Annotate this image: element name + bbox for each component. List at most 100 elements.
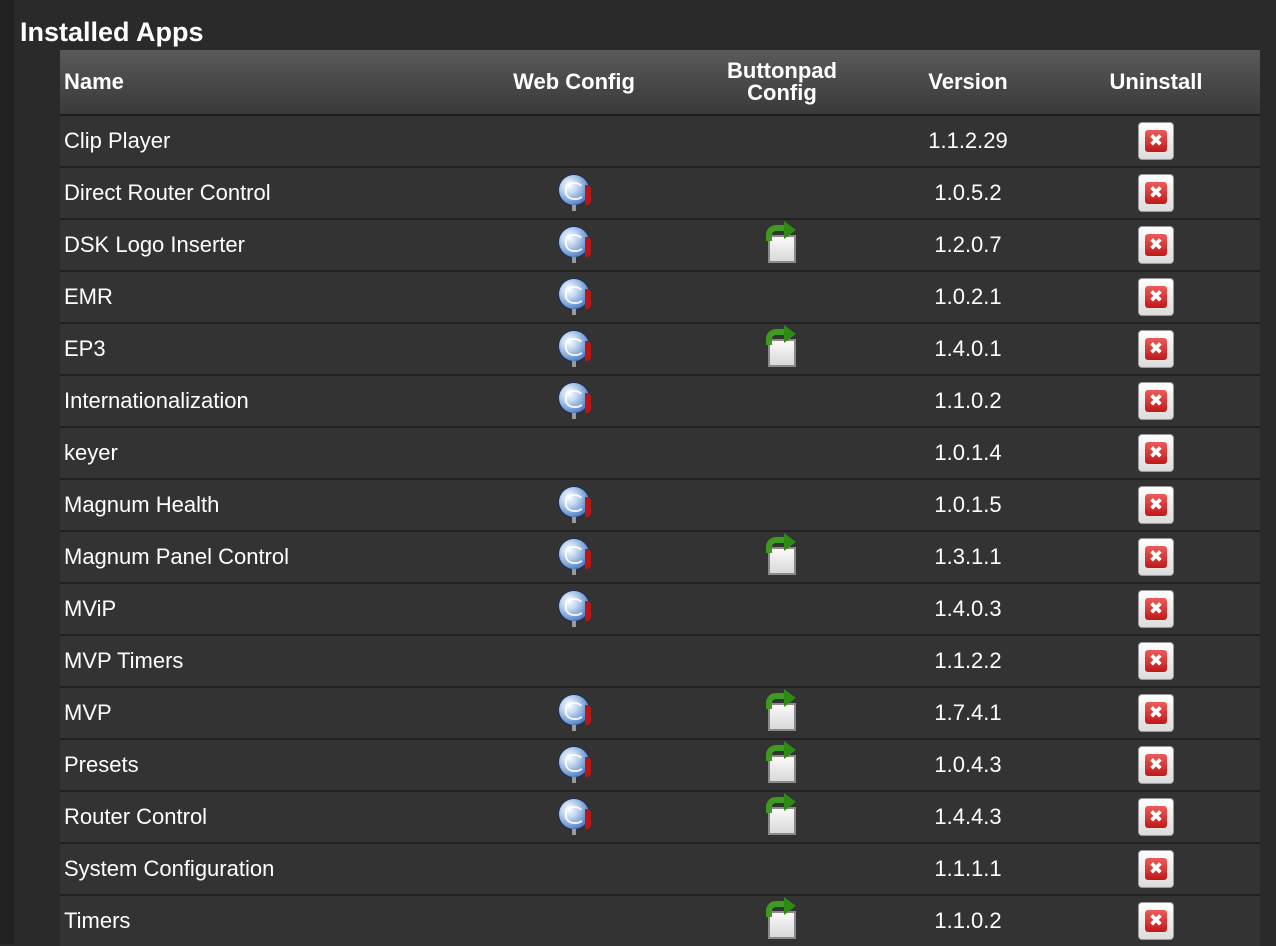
uninstall-button[interactable]: ✖ — [1138, 226, 1174, 264]
table-row: MVP 1.7.4.1 ✖ — [60, 686, 1260, 738]
uninstall-cell: ✖ — [1136, 272, 1176, 322]
globe-icon[interactable] — [557, 381, 591, 421]
uninstall-cell: ✖ — [1136, 688, 1176, 738]
app-name: Timers — [64, 908, 131, 933]
buttonpad-config-icon[interactable] — [764, 325, 800, 369]
buttonpad-config-cell — [762, 636, 802, 686]
uninstall-button[interactable]: ✖ — [1138, 278, 1174, 316]
web-config-cell — [554, 844, 594, 894]
globe-icon[interactable] — [557, 797, 591, 837]
app-version: 1.4.4.3 — [934, 804, 1002, 829]
buttonpad-config-cell — [762, 168, 802, 218]
uninstall-button[interactable]: ✖ — [1138, 174, 1174, 212]
column-header-web-config: Web Config — [513, 69, 635, 94]
app-name: Clip Player — [64, 128, 171, 153]
web-config-cell — [554, 584, 594, 634]
buttonpad-config-icon[interactable] — [764, 689, 800, 733]
app-name: MViP — [64, 596, 117, 621]
uninstall-cell: ✖ — [1136, 376, 1176, 426]
table-header: Name Web Config Buttonpad Config Version… — [60, 50, 1260, 116]
web-config-cell — [554, 740, 594, 790]
column-header-version: Version — [928, 69, 1008, 94]
buttonpad-config-cell — [762, 844, 802, 894]
app-version: 1.0.4.3 — [934, 752, 1002, 777]
uninstall-button[interactable]: ✖ — [1138, 382, 1174, 420]
table-row: EP3 1.4.0.1 ✖ — [60, 322, 1260, 374]
globe-icon[interactable] — [557, 485, 591, 525]
table-row: EMR 1.0.2.1 ✖ — [60, 270, 1260, 322]
web-config-cell — [554, 116, 594, 166]
delete-icon: ✖ — [1145, 806, 1167, 828]
uninstall-button[interactable]: ✖ — [1138, 798, 1174, 836]
uninstall-cell: ✖ — [1136, 480, 1176, 530]
uninstall-button[interactable]: ✖ — [1138, 486, 1174, 524]
buttonpad-config-icon[interactable] — [764, 793, 800, 837]
globe-icon[interactable] — [557, 225, 591, 265]
buttonpad-config-cell — [762, 272, 802, 322]
uninstall-button[interactable]: ✖ — [1138, 122, 1174, 160]
table-row: MViP 1.4.0.3 ✖ — [60, 582, 1260, 634]
table-row: Router Control 1.4.4.3 ✖ — [60, 790, 1260, 842]
app-version: 1.1.0.2 — [934, 388, 1002, 413]
delete-icon: ✖ — [1145, 338, 1167, 360]
buttonpad-config-cell — [762, 480, 802, 530]
globe-icon[interactable] — [557, 537, 591, 577]
web-config-cell — [554, 324, 594, 374]
table-row: Direct Router Control 1.0.5.2 ✖ — [60, 166, 1260, 218]
uninstall-cell: ✖ — [1136, 168, 1176, 218]
table-row: DSK Logo Inserter 1.2.0.7 ✖ — [60, 218, 1260, 270]
app-version: 1.2.0.7 — [934, 232, 1002, 257]
buttonpad-config-icon[interactable] — [764, 741, 800, 785]
app-version: 1.3.1.1 — [934, 544, 1002, 569]
globe-icon[interactable] — [557, 277, 591, 317]
buttonpad-config-cell — [762, 584, 802, 634]
app-name: EMR — [64, 284, 113, 309]
globe-icon[interactable] — [557, 693, 591, 733]
uninstall-cell: ✖ — [1136, 792, 1176, 842]
uninstall-button[interactable]: ✖ — [1138, 642, 1174, 680]
app-name: DSK Logo Inserter — [64, 232, 245, 257]
delete-icon: ✖ — [1145, 234, 1167, 256]
app-version: 1.1.2.2 — [934, 648, 1002, 673]
delete-icon: ✖ — [1145, 442, 1167, 464]
globe-icon[interactable] — [557, 589, 591, 629]
page-title: Installed Apps — [20, 17, 204, 47]
table-row: Presets 1.0.4.3 ✖ — [60, 738, 1260, 790]
uninstall-button[interactable]: ✖ — [1138, 590, 1174, 628]
globe-icon[interactable] — [557, 745, 591, 785]
globe-icon[interactable] — [557, 173, 591, 213]
buttonpad-config-icon[interactable] — [764, 221, 800, 265]
uninstall-cell: ✖ — [1136, 116, 1176, 166]
web-config-cell — [554, 168, 594, 218]
buttonpad-config-cell — [762, 896, 802, 946]
table-row: Magnum Panel Control 1.3.1.1 ✖ — [60, 530, 1260, 582]
left-margin — [0, 0, 14, 944]
uninstall-button[interactable]: ✖ — [1138, 538, 1174, 576]
app-name: MVP Timers — [64, 648, 184, 673]
uninstall-button[interactable]: ✖ — [1138, 902, 1174, 940]
buttonpad-config-icon[interactable] — [764, 533, 800, 577]
buttonpad-config-icon[interactable] — [764, 897, 800, 941]
uninstall-cell: ✖ — [1136, 324, 1176, 374]
app-name: keyer — [64, 440, 118, 465]
web-config-cell — [554, 792, 594, 842]
app-version: 1.4.0.3 — [934, 596, 1002, 621]
uninstall-button[interactable]: ✖ — [1138, 746, 1174, 784]
buttonpad-config-cell — [762, 324, 802, 374]
uninstall-button[interactable]: ✖ — [1138, 850, 1174, 888]
uninstall-button[interactable]: ✖ — [1138, 330, 1174, 368]
column-header-buttonpad-config: Buttonpad Config — [682, 50, 882, 114]
globe-icon[interactable] — [557, 329, 591, 369]
installed-apps-table: Name Web Config Buttonpad Config Version… — [60, 50, 1260, 946]
table-row: Magnum Health 1.0.1.5 ✖ — [60, 478, 1260, 530]
uninstall-cell: ✖ — [1136, 584, 1176, 634]
uninstall-cell: ✖ — [1136, 636, 1176, 686]
uninstall-button[interactable]: ✖ — [1138, 434, 1174, 472]
uninstall-button[interactable]: ✖ — [1138, 694, 1174, 732]
table-body: Clip Player 1.1.2.29 ✖ Direct Router Contro… — [60, 116, 1260, 946]
web-config-cell — [554, 428, 594, 478]
column-header-buttonpad-line1: Buttonpad — [727, 58, 837, 83]
app-name: Internationalization — [64, 388, 249, 413]
uninstall-cell: ✖ — [1136, 428, 1176, 478]
delete-icon: ✖ — [1145, 702, 1167, 724]
